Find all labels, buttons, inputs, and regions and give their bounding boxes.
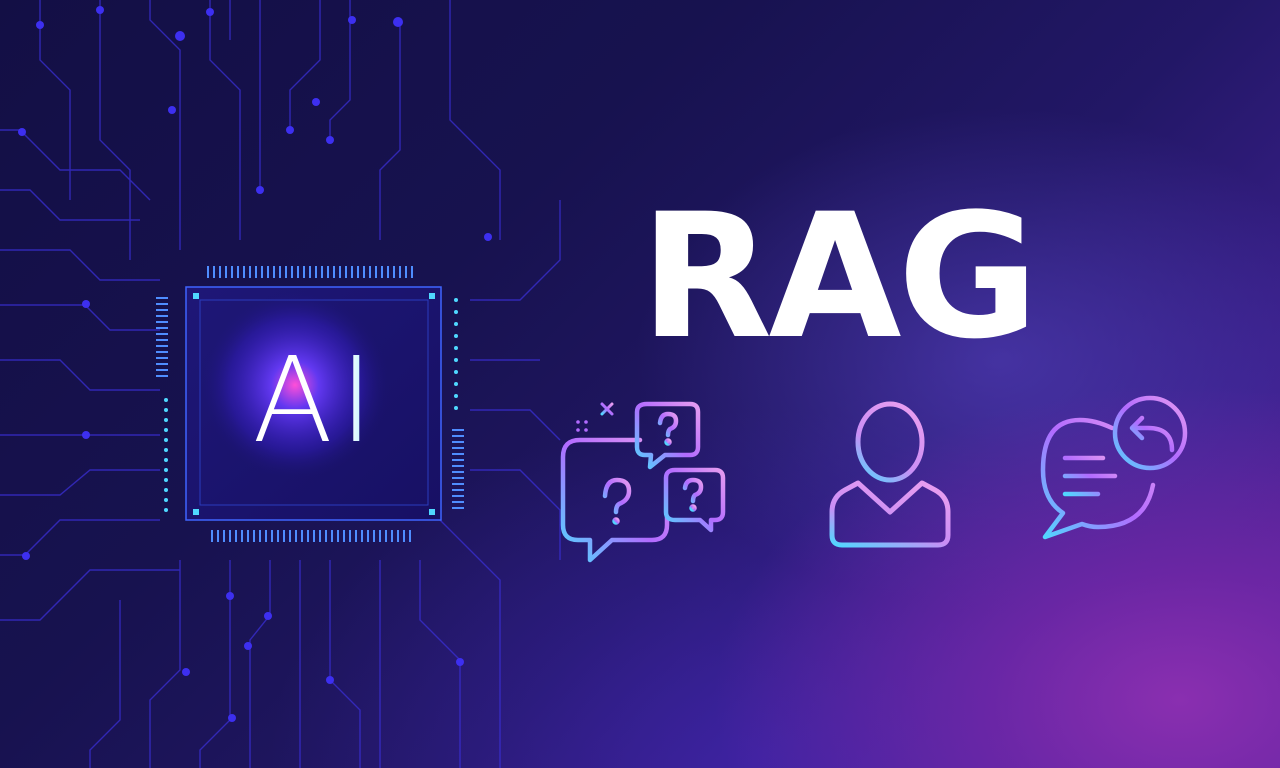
user-icon <box>829 401 951 548</box>
chip-label: AI <box>252 331 380 469</box>
banner: AI RAG <box>0 0 1280 768</box>
reply-message-icon <box>1040 395 1188 540</box>
headline: RAG <box>640 176 1039 377</box>
rag-flow-diagram <box>560 395 1188 563</box>
circuit-board-graphic <box>0 0 561 768</box>
question-bubbles-icon <box>560 401 726 563</box>
